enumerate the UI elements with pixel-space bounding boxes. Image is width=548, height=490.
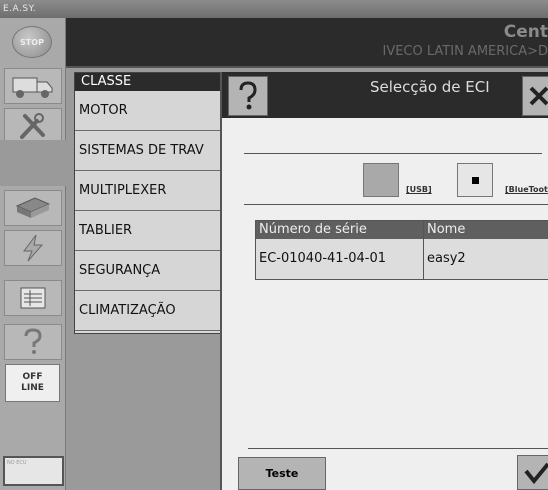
bluetooth-label: [BlueToot <box>505 185 548 194</box>
column-serial: Número de série <box>256 221 424 239</box>
header-title: Cent <box>503 22 548 42</box>
report-icon <box>20 287 46 309</box>
separator-mid <box>244 204 548 205</box>
table-row[interactable]: EC-01040-41-04-01 easy2 <box>256 239 548 279</box>
ecu-module-icon <box>15 197 51 218</box>
ecu-status-box: NO ECU <box>3 456 64 486</box>
bluetooth-connection-button[interactable] <box>457 163 493 197</box>
ecu-button[interactable] <box>4 190 62 226</box>
class-item-security[interactable]: SEGURANÇA <box>75 251 223 291</box>
confirm-button[interactable] <box>517 455 548 490</box>
class-list-header: CLASSE <box>75 73 223 91</box>
tools-icon <box>20 113 45 139</box>
class-item-motor[interactable]: MOTOR <box>75 91 223 131</box>
offline-label-1: OFF <box>22 372 43 382</box>
help-button[interactable] <box>228 76 268 116</box>
class-item-multiplexer[interactable]: MULTIPLEXER <box>75 171 223 211</box>
class-list: CLASSE MOTOR SISTEMAS DE TRAV MULTIPLEXE… <box>74 72 224 334</box>
offline-button[interactable]: OFF LINE <box>5 364 60 402</box>
help-icon <box>239 81 257 110</box>
vehicle-button[interactable] <box>4 68 62 104</box>
truck-icon <box>12 77 53 98</box>
separator-top <box>244 153 542 154</box>
header-subtitle: IVECO LATIN AMERICA>D <box>382 44 548 59</box>
class-item-climate[interactable]: CLIMATIZAÇÃO <box>75 291 223 331</box>
eci-selection-dialog: Selecção de ECI [USB] [BlueToot Número d… <box>220 72 548 490</box>
close-icon <box>529 86 548 106</box>
name-cell: easy2 <box>427 251 466 266</box>
class-item-tablier[interactable]: TABLIER <box>75 211 223 251</box>
window-title: E.A.SY. <box>0 0 548 18</box>
app-header: Cent IVECO LATIN AMERICA>D <box>66 18 548 68</box>
close-button[interactable] <box>522 76 548 116</box>
table-header: Número de série Nome <box>256 221 548 239</box>
class-item-brakes[interactable]: SISTEMAS DE TRAV <box>75 131 223 171</box>
tools-button[interactable] <box>4 108 62 144</box>
offline-label-2: LINE <box>21 383 44 393</box>
help-toolbar-button[interactable] <box>4 324 62 360</box>
usb-connection-button[interactable] <box>363 163 399 197</box>
left-toolbar: STOP OFF LINE NO ECU <box>0 18 66 490</box>
usb-label: [USB] <box>406 185 432 194</box>
stop-button[interactable]: STOP <box>12 26 52 58</box>
toolbar-gap <box>0 140 66 186</box>
serial-cell: EC-01040-41-04-01 <box>256 239 424 279</box>
dialog-titlebar: Selecção de ECI <box>222 72 548 118</box>
checkmark-icon <box>524 462 548 484</box>
column-name: Nome <box>427 222 466 237</box>
help-icon <box>24 328 42 354</box>
dialog-title: Selecção de ECI <box>370 78 490 96</box>
bluetooth-selected-indicator <box>471 176 479 184</box>
eci-table: Número de série Nome EC-01040-41-04-01 e… <box>255 220 548 280</box>
electrical-button[interactable] <box>4 230 62 266</box>
lightning-icon <box>23 234 44 262</box>
report-button[interactable] <box>4 280 62 316</box>
test-button[interactable]: Teste <box>238 457 326 490</box>
separator-bottom <box>248 448 548 449</box>
